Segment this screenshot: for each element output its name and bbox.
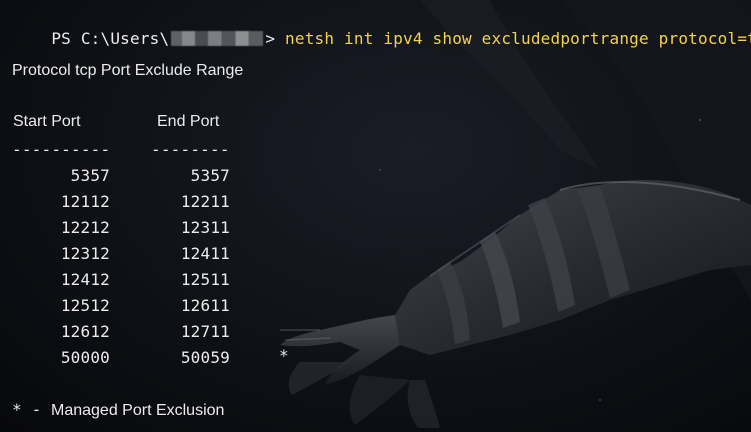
footnote-text: Managed Port Exclusion (51, 402, 225, 419)
end-port-cell: 12611 (180, 296, 230, 315)
start-port-cell: 12612 (60, 322, 110, 341)
start-port-cell: 12312 (60, 244, 110, 263)
prompt-line[interactable]: PS C:\Users\ > netsh int ipv4 show exclud… (12, 10, 751, 67)
column-header-end: End Port (157, 113, 220, 130)
end-port-cell: 50059 (180, 348, 230, 367)
start-port-cell: 12112 (60, 192, 110, 211)
end-port-cell: 12711 (180, 322, 230, 341)
command-text: netsh int ipv4 show excludedportrange pr… (285, 29, 751, 48)
start-port-cell: 5357 (70, 166, 110, 185)
separator-end: -------- (151, 140, 230, 159)
start-port-cell: 12512 (60, 296, 110, 315)
start-port-cell: 12412 (60, 270, 110, 289)
end-port-cell: 5357 (190, 166, 230, 185)
column-header-start: Start Port (13, 113, 81, 130)
separator-start: ---------- (12, 140, 111, 159)
end-port-cell: 12311 (180, 218, 230, 237)
footnote-marker: * - (12, 400, 42, 419)
start-port-cell: 50000 (60, 348, 110, 367)
prompt-prefix: PS C:\Users\ (51, 29, 170, 48)
end-port-cell: 12511 (180, 270, 230, 289)
prompt-suffix: > (265, 29, 276, 48)
redacted-username (171, 31, 264, 46)
terminal-window[interactable]: PS C:\Users\ > netsh int ipv4 show exclud… (0, 0, 751, 432)
end-port-cell: 12411 (180, 244, 230, 263)
end-port-cell: 12211 (180, 192, 230, 211)
start-port-cell: 12212 (60, 218, 110, 237)
output-title: Protocol tcp Port Exclude Range (12, 62, 244, 79)
managed-exclusion-marker: * (279, 346, 289, 365)
